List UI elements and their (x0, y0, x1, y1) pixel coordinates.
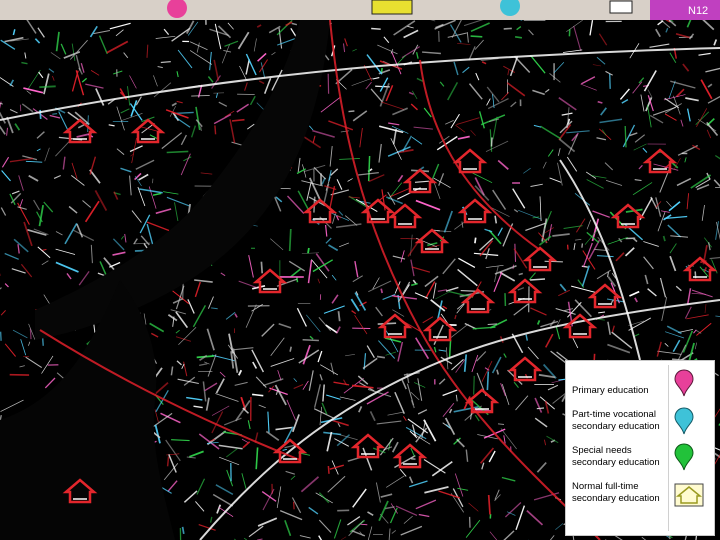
legend-label-full-time: Normal full-time secondary education (572, 481, 660, 504)
cyan-pin-icon (674, 407, 694, 435)
map-legend: Primary education Part-time vocational s… (565, 360, 715, 536)
legend-label-special-needs: Special needs secondary education (572, 445, 660, 468)
top-badge-icon (609, 0, 633, 14)
pink-pin-icon (674, 369, 694, 397)
legend-label-part-time: Part-time vocational secondary education (572, 409, 660, 432)
top-house-icon[interactable] (371, 0, 413, 15)
legend-label-primary: Primary education (572, 385, 649, 396)
top-strip-highway-shield (650, 0, 720, 20)
house-icon (674, 483, 704, 507)
green-pin-icon (674, 443, 694, 471)
top-strip-label: N12 (688, 5, 708, 17)
